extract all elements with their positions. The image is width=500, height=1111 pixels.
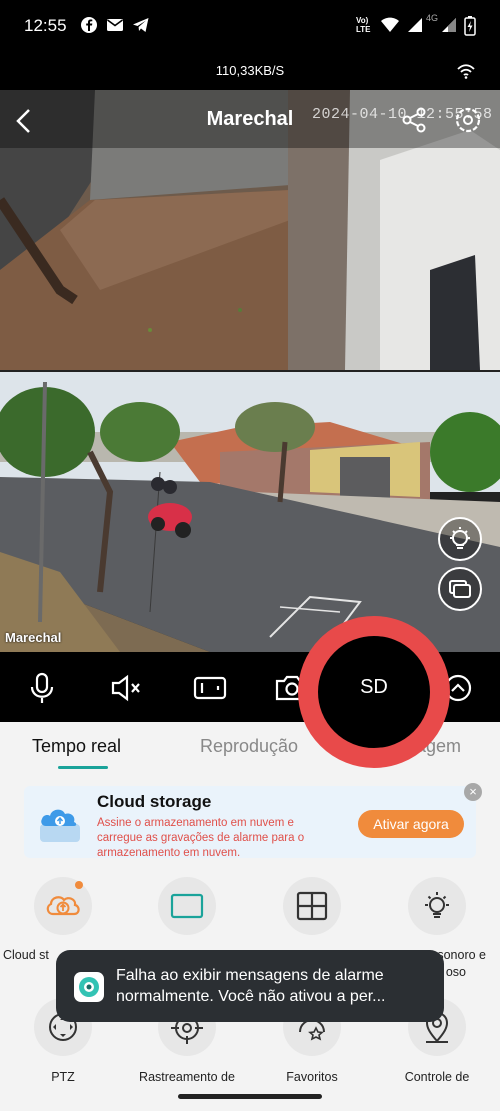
battery-charging-icon: [464, 16, 482, 36]
layout-toggle-button[interactable]: [438, 567, 482, 611]
stream-speed: 110,33KB/S: [215, 63, 285, 78]
light-icon: [425, 892, 449, 918]
active-tab-indicator: [58, 766, 108, 769]
system-nav-bar: [0, 1082, 500, 1111]
screens-icon: [449, 580, 471, 598]
status-bar: 12:55 Vo) LTE 4G: [0, 0, 500, 52]
single-view-tile[interactable]: [158, 877, 216, 935]
close-banner-button[interactable]: ×: [464, 783, 482, 801]
camera-overlay-label: Marechal: [5, 630, 62, 645]
status-time: 12:55: [24, 16, 67, 35]
app-icon: [74, 972, 104, 1002]
telegram-icon: [132, 16, 150, 34]
cloud-storage-banner[interactable]: Cloud storage Assine o armazenamento em …: [24, 786, 476, 859]
volte-icon: Vo) LTE: [356, 16, 371, 34]
tab-playback[interactable]: Reprodução: [200, 736, 298, 757]
cloud-storage-illustration: [32, 794, 88, 850]
microphone-icon: [30, 672, 54, 703]
mail-icon: [106, 16, 124, 34]
signal-icon: [406, 16, 424, 34]
mute-icon: [111, 674, 140, 702]
close-icon: ×: [469, 784, 477, 799]
live-video[interactable]: Marechal 2024-04-10 12:55:58 Marechal: [0, 90, 500, 652]
cloud-storage-tile[interactable]: [34, 877, 92, 935]
banner-description: Assine o armazenamento em nuvem e carreg…: [97, 817, 305, 859]
mute-button[interactable]: [106, 668, 146, 708]
cloud-upload-icon: [46, 896, 80, 916]
four-view-tile[interactable]: [283, 877, 341, 935]
microphone-button[interactable]: [22, 668, 62, 708]
wifi-icon: [380, 16, 399, 34]
signal-4g-label: 4G: [426, 13, 439, 23]
home-gesture-pill[interactable]: [178, 1094, 322, 1099]
alarm-error-toast: Falha ao exibir mensagens de alarme norm…: [56, 950, 444, 1022]
record-icon: [193, 676, 227, 700]
sd-label: SD: [360, 676, 388, 698]
banner-title: Cloud storage: [97, 792, 212, 811]
four-view-icon: [296, 891, 328, 921]
share-icon: [402, 107, 426, 133]
activate-now-button[interactable]: Ativar agora: [358, 810, 464, 838]
sd-card-button[interactable]: SD: [298, 616, 450, 768]
camera-view-bottom: [0, 372, 500, 652]
bulb-icon: [450, 527, 470, 549]
notification-dot: [75, 881, 83, 889]
share-button[interactable]: [400, 106, 428, 134]
light-tile[interactable]: [408, 877, 466, 935]
gear-icon: [455, 107, 481, 133]
settings-button[interactable]: [452, 104, 484, 136]
connection-bar: 110,33KB/S: [0, 52, 500, 90]
wifi-strength-icon: [456, 62, 476, 80]
signal-4g-icon: [440, 16, 458, 34]
tab-live[interactable]: Tempo real: [32, 736, 121, 757]
light-toggle-button[interactable]: [438, 517, 482, 561]
record-button[interactable]: [190, 668, 230, 708]
toast-message: Falha ao exibir mensagens de alarme norm…: [116, 967, 386, 1005]
facebook-icon: [80, 16, 98, 34]
single-view-icon: [170, 893, 204, 919]
